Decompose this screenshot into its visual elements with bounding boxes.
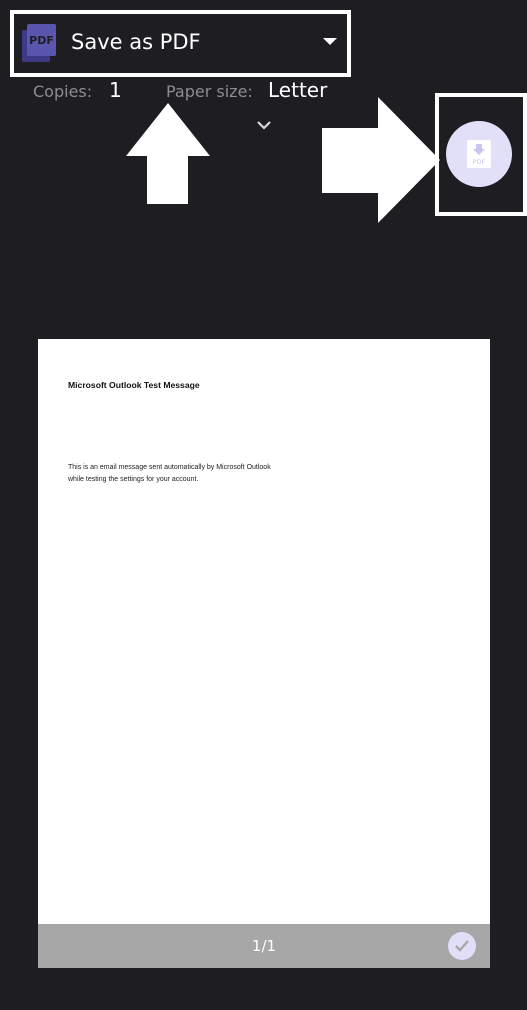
printer-selector[interactable]: PDF Save as PDF — [10, 10, 351, 77]
printer-name: Save as PDF — [71, 30, 201, 54]
dropdown-arrow-icon — [323, 38, 337, 45]
expand-settings-chevron-icon[interactable] — [254, 118, 274, 132]
svg-text:PDF: PDF — [29, 34, 54, 47]
document-body: This is an email message sent automatica… — [68, 464, 271, 483]
annotation-right-arrow-icon — [322, 97, 440, 223]
download-pdf-icon: PDF — [467, 140, 491, 168]
download-pdf-icon-text: PDF — [473, 158, 486, 166]
annotation-up-arrow-icon — [126, 103, 210, 204]
paper-size-label: Paper size: — [166, 82, 253, 101]
paper-size-value: Letter — [268, 78, 328, 102]
download-pdf-button[interactable]: PDF — [446, 121, 512, 187]
preview-footer: 1/1 — [38, 924, 490, 968]
page-preview[interactable]: Microsoft Outlook Test Message This is a… — [38, 339, 490, 968]
copies-label: Copies: — [33, 82, 93, 101]
pdf-printer-icon: PDF — [22, 24, 56, 62]
print-screen: PDF Save as PDF Copies: 1 Paper size: Le… — [0, 0, 527, 1010]
page-count: 1/1 — [251, 937, 277, 955]
page-select-checkbox[interactable] — [448, 932, 476, 960]
document-title: Microsoft Outlook Test Message — [68, 380, 200, 390]
copies-value: 1 — [109, 78, 122, 102]
check-icon — [455, 940, 469, 952]
